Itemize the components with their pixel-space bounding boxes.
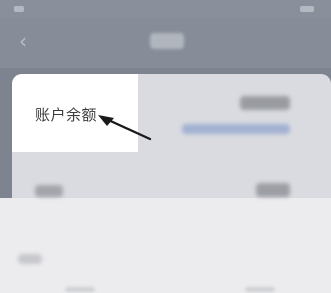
signal-icon — [14, 6, 24, 12]
balance-detail-link[interactable] — [182, 124, 290, 134]
balance-value — [240, 96, 290, 110]
back-button[interactable]: ‹ — [12, 30, 34, 52]
nav-bar: ‹ — [0, 18, 331, 68]
section-header — [18, 254, 42, 264]
chevron-left-icon: ‹ — [19, 29, 27, 53]
bottom-item — [245, 287, 275, 292]
points-label — [35, 185, 63, 197]
status-bar — [0, 0, 331, 18]
bottom-item — [65, 287, 95, 292]
battery-icon — [300, 6, 314, 12]
lower-section — [0, 198, 331, 293]
points-value[interactable] — [256, 183, 290, 197]
account-balance-label: 账户余额 — [35, 106, 98, 124]
page-title — [150, 33, 184, 49]
